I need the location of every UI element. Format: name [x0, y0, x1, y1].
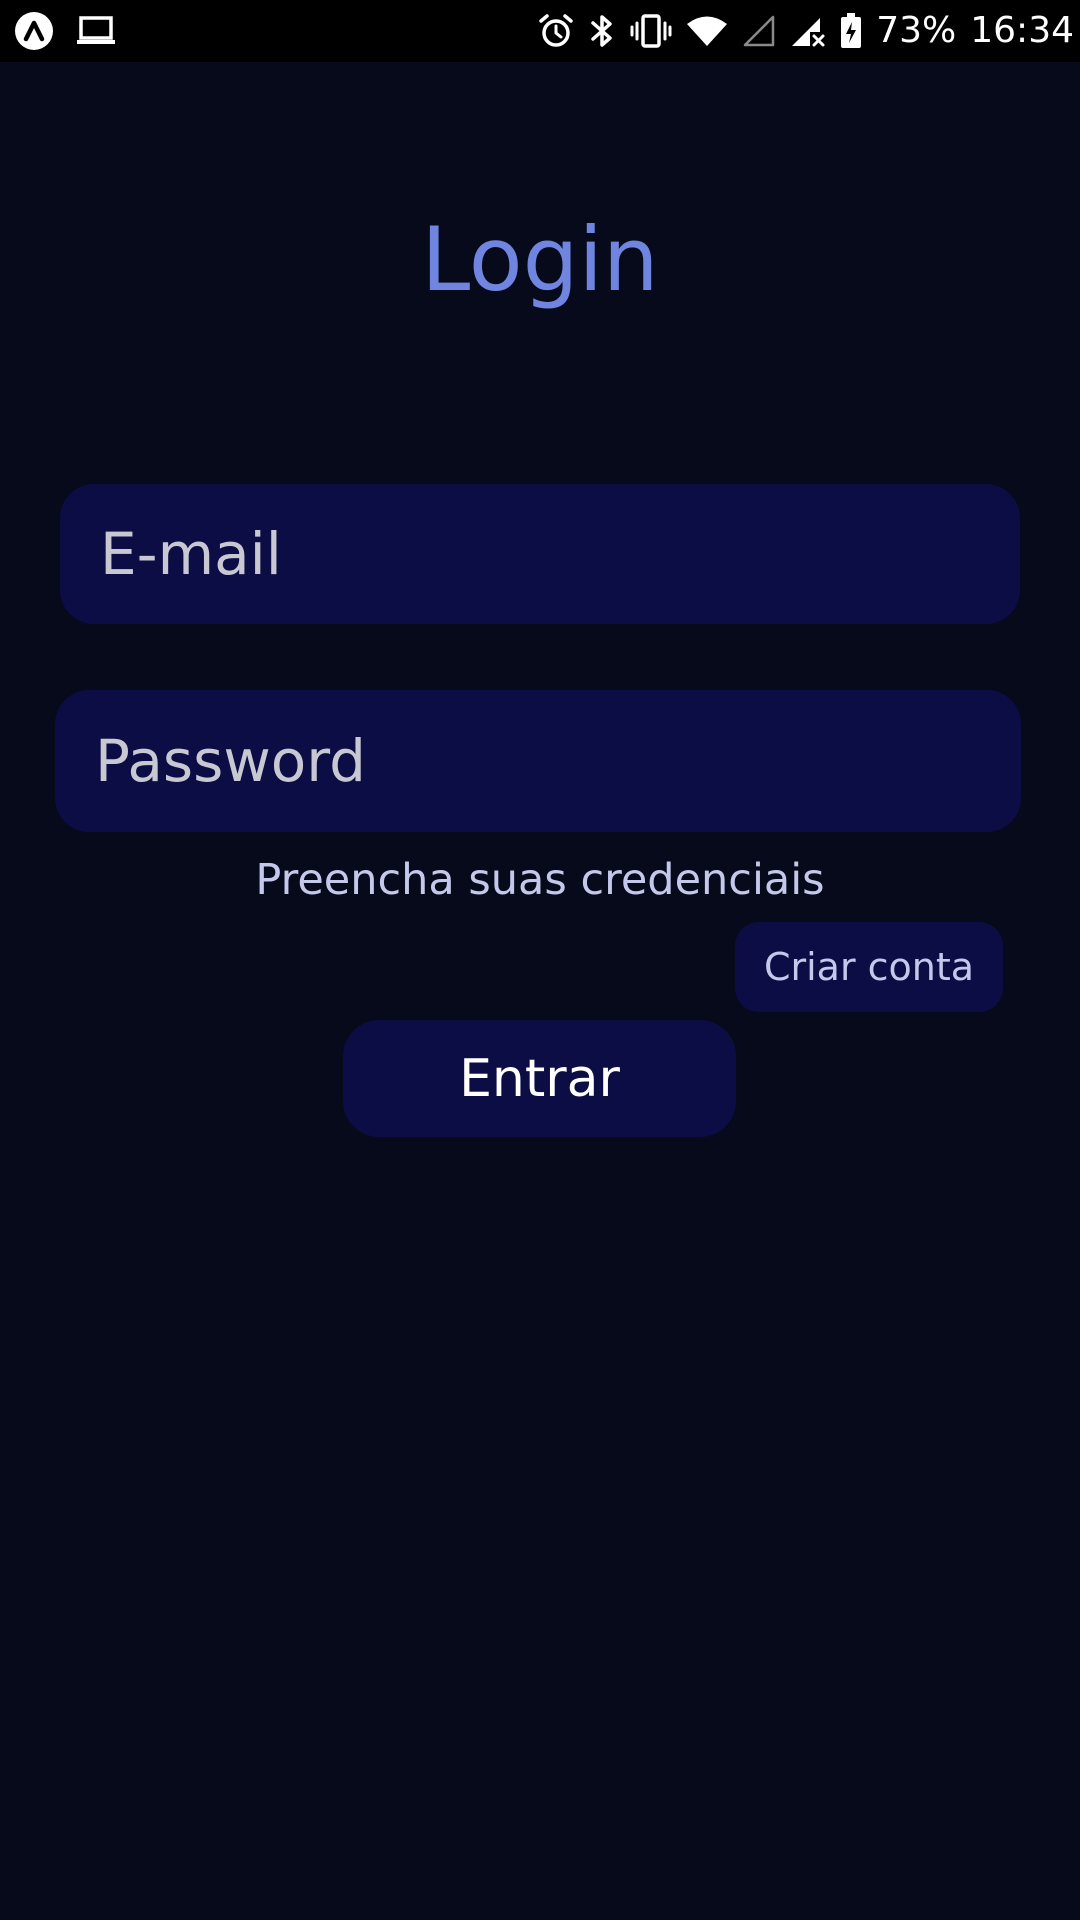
credentials-hint: Preencha suas credenciais: [255, 855, 825, 905]
laptop-icon: [76, 15, 116, 47]
enter-button[interactable]: Entrar: [343, 1020, 736, 1137]
email-field[interactable]: [60, 484, 1020, 624]
wifi-icon: [686, 15, 728, 47]
create-account-button[interactable]: Criar conta: [735, 922, 1003, 1012]
clock-time: 16:34: [970, 10, 1074, 51]
status-bar-right: 73% 16:34: [538, 8, 1074, 54]
signal-no-service-icon: [790, 14, 826, 48]
battery-percent: 73%: [876, 10, 957, 51]
vibrate-icon: [630, 14, 672, 48]
status-bar: 73% 16:34: [0, 0, 1080, 62]
alarm-icon: [538, 13, 574, 49]
battery-charging-icon: [840, 13, 862, 49]
password-field[interactable]: [55, 690, 1021, 832]
app-launcher-icon: [14, 11, 54, 51]
status-bar-left: [14, 10, 116, 52]
signal-empty-icon: [742, 14, 776, 48]
bluetooth-icon: [588, 13, 616, 49]
page-title: Login: [421, 208, 659, 311]
